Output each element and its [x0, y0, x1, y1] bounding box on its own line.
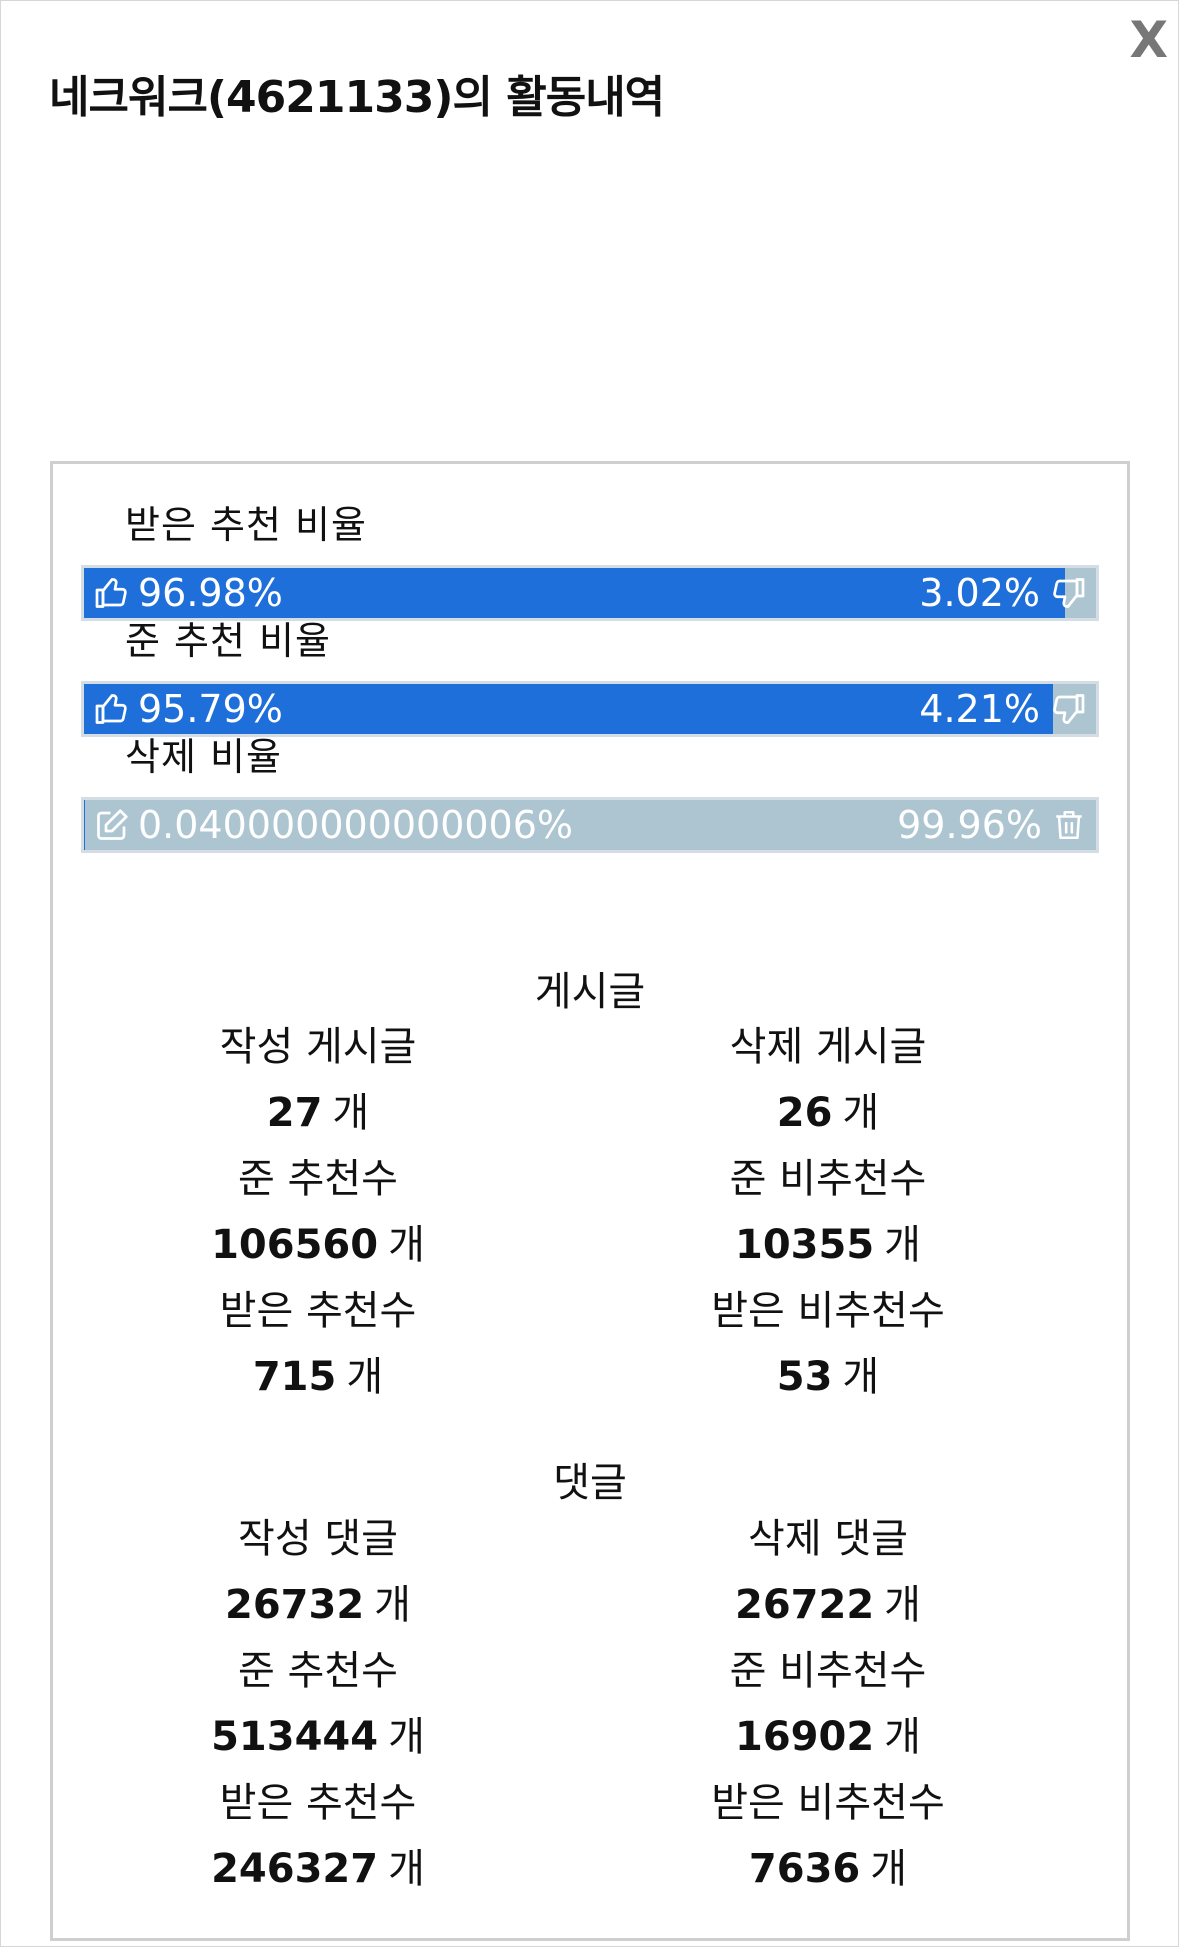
- stat-value: 26 개: [776, 1090, 880, 1136]
- comments-received-downvote-stat: 받은 비추천수 7636 개: [578, 1770, 1078, 1902]
- comments-section-title: 댓글: [553, 1460, 627, 1506]
- thumbs-up-icon: [94, 575, 130, 611]
- received-recommend-ratio-label: 받은 추천 비율: [125, 503, 367, 547]
- posts-received-recommend-stat: 받은 추천수 715 개: [68, 1278, 568, 1410]
- posts-section-title: 게시글: [534, 969, 646, 1015]
- ratio-positive-value: 96.98%: [138, 571, 283, 615]
- stat-value: 26722 개: [735, 1582, 921, 1628]
- stat-label: 준 추천수: [238, 1156, 398, 1202]
- stat-label: 삭제 게시글: [729, 1024, 927, 1070]
- comments-given-downvote-stat: 준 비추천수 16902 개: [578, 1638, 1078, 1770]
- activity-modal: X 네크워크(4621133)의 활동내역 받은 추천 비율 96.98% 3.…: [0, 0, 1179, 1947]
- comments-given-recommend-stat: 준 추천수 513444 개: [68, 1638, 568, 1770]
- ratio-positive-value: 95.79%: [138, 687, 283, 731]
- stat-label: 준 비추천수: [729, 1648, 927, 1694]
- thumbs-up-icon: [94, 691, 130, 727]
- stat-value: 513444 개: [211, 1714, 425, 1760]
- stat-value: 10355 개: [735, 1222, 921, 1268]
- posts-received-downvote-stat: 받은 비추천수 53 개: [578, 1278, 1078, 1410]
- stat-label: 받은 추천수: [219, 1288, 417, 1334]
- received-recommend-ratio-bar: 96.98% 3.02%: [81, 565, 1099, 621]
- given-recommend-ratio-bar: 95.79% 4.21%: [81, 681, 1099, 737]
- ratio-written-value: 0.040000000000006%: [138, 803, 574, 847]
- delete-ratio-bar: 0.040000000000006% 99.96%: [81, 797, 1099, 853]
- posts-written-stat: 작성 게시글 27 개: [68, 1014, 568, 1146]
- stat-label: 받은 비추천수: [711, 1780, 945, 1826]
- activity-panel: 받은 추천 비율 96.98% 3.02% 준 추천 비율 95.79% 4.2…: [50, 461, 1130, 1941]
- modal-title: 네크워크(4621133)의 활동내역: [49, 72, 665, 123]
- stat-label: 작성 게시글: [219, 1024, 417, 1070]
- stat-value: 7636 개: [748, 1846, 908, 1892]
- stat-label: 삭제 댓글: [748, 1516, 908, 1562]
- delete-ratio-label: 삭제 비율: [125, 735, 282, 779]
- comments-received-recommend-stat: 받은 추천수 246327 개: [68, 1770, 568, 1902]
- thumbs-down-icon: [1050, 575, 1086, 611]
- ratio-negative-value: 3.02%: [919, 571, 1040, 615]
- posts-given-recommend-stat: 준 추천수 106560 개: [68, 1146, 568, 1278]
- thumbs-down-icon: [1050, 691, 1086, 727]
- trash-icon: [1052, 807, 1086, 843]
- stat-label: 준 추천수: [238, 1648, 398, 1694]
- stat-value: 26732 개: [225, 1582, 411, 1628]
- ratio-negative-value: 4.21%: [919, 687, 1040, 731]
- stat-value: 53 개: [776, 1354, 880, 1400]
- stat-label: 받은 추천수: [219, 1780, 417, 1826]
- stat-value: 106560 개: [211, 1222, 425, 1268]
- comments-deleted-stat: 삭제 댓글 26722 개: [578, 1506, 1078, 1638]
- posts-deleted-stat: 삭제 게시글 26 개: [578, 1014, 1078, 1146]
- comments-written-stat: 작성 댓글 26732 개: [68, 1506, 568, 1638]
- posts-given-downvote-stat: 준 비추천수 10355 개: [578, 1146, 1078, 1278]
- stat-value: 16902 개: [735, 1714, 921, 1760]
- stat-value: 715 개: [252, 1354, 384, 1400]
- stat-label: 준 비추천수: [729, 1156, 927, 1202]
- given-recommend-ratio-label: 준 추천 비율: [125, 619, 331, 663]
- ratio-deleted-value: 99.96%: [897, 803, 1042, 847]
- edit-icon: [94, 807, 130, 843]
- stat-value: 27 개: [266, 1090, 370, 1136]
- close-button[interactable]: X: [1129, 15, 1168, 65]
- stat-value: 246327 개: [211, 1846, 425, 1892]
- stat-label: 받은 비추천수: [711, 1288, 945, 1334]
- stat-label: 작성 댓글: [238, 1516, 398, 1562]
